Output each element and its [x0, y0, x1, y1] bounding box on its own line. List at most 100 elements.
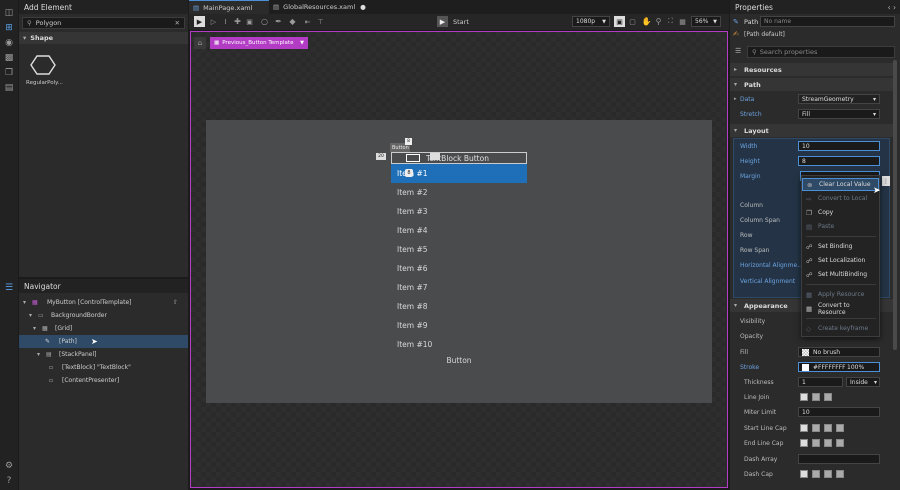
list-item[interactable]: Item #4 — [391, 221, 527, 240]
bevel-join-icon[interactable] — [812, 393, 820, 401]
tree-item-grid[interactable]: ▾ ▦ [Grid] — [19, 322, 188, 335]
layout-section[interactable]: ▾ Layout — [730, 124, 893, 137]
tree-item-backgroundborder[interactable]: ▾ ▭ BackgroundBorder — [19, 309, 188, 322]
template-breadcrumb[interactable]: ▦ Previous_Button Template ▼ — [210, 37, 308, 49]
layers-icon[interactable]: ◫ — [2, 6, 16, 20]
menu-apply-resource[interactable]: ▦ Apply Resource — [802, 288, 879, 301]
square-cap-icon[interactable] — [812, 470, 820, 478]
menu-create-keyframe[interactable]: ◇ Create keyframe — [802, 322, 879, 335]
align-top-icon[interactable]: ⊤ — [315, 16, 326, 27]
round-join-icon[interactable] — [824, 393, 832, 401]
path-section[interactable]: ▾ Path — [730, 78, 893, 91]
properties-scrollbar[interactable] — [893, 60, 897, 350]
zoom-actual-icon[interactable]: ▦ — [677, 16, 688, 27]
button-header[interactable]: TextBlock Button — [391, 152, 527, 164]
home-icon[interactable]: ⌂ — [194, 37, 206, 49]
move-tool-icon[interactable]: ✚ — [232, 16, 243, 27]
flat-cap-icon[interactable] — [800, 424, 808, 432]
list-item[interactable]: Item #5 — [391, 240, 527, 259]
shape-section[interactable]: ▾ Shape — [19, 32, 188, 44]
ellipse-tool-icon[interactable]: ○ — [259, 16, 270, 27]
list-item[interactable]: Item #7 — [391, 278, 527, 297]
dash-array-input[interactable] — [798, 454, 880, 464]
tree-item-textblock[interactable]: ▫ [TextBlock] "TextBlock" — [19, 361, 188, 374]
transform-tool-icon[interactable]: ▣ — [244, 16, 255, 27]
device-frame-icon[interactable]: ▣ — [614, 16, 625, 27]
menu-set-multibinding[interactable]: ☍ Set MultiBinding — [802, 268, 879, 281]
text-tool-icon[interactable]: I — [220, 16, 231, 27]
documents-icon[interactable]: ❐ — [2, 66, 16, 80]
list-item[interactable]: Item #9 — [391, 316, 527, 335]
list-item[interactable]: Item #10 — [391, 335, 527, 354]
tree-item-path[interactable]: ✎ [Path] ➤ — [19, 335, 188, 348]
menu-copy[interactable]: ❐ Copy — [802, 206, 879, 219]
database-icon[interactable]: ▤ — [2, 81, 16, 95]
triangle-cap-icon[interactable] — [836, 470, 844, 478]
start-play-icon[interactable]: ▶ — [437, 16, 448, 27]
thickness-input[interactable]: 1 — [798, 377, 843, 387]
export-icon[interactable]: ⇧ — [173, 299, 178, 306]
navigator-icon[interactable]: ☰ — [2, 281, 16, 295]
nav-arrows-icon[interactable]: ‹ › — [888, 3, 896, 12]
flat-cap-icon[interactable] — [800, 470, 808, 478]
palette-icon[interactable]: ◉ — [2, 36, 16, 50]
fill-tool-icon[interactable]: ◆ — [287, 16, 298, 27]
list-item[interactable]: Item #8 — [391, 297, 527, 316]
resolution-dropdown[interactable]: 1080p ▼ — [572, 16, 610, 27]
triangle-cap-icon[interactable] — [836, 424, 844, 432]
tree-item-stackpanel[interactable]: ▾ ▤ [StackPanel] — [19, 348, 188, 361]
properties-search-input[interactable]: Search properties — [760, 48, 818, 56]
round-cap-icon[interactable] — [824, 439, 832, 447]
element-search[interactable]: ⚲ Polygon ✕ — [22, 17, 185, 29]
tree-item-mybutton[interactable]: ▾ ▦ MyButton [ControlTemplate] ⇧ — [19, 296, 188, 309]
list-item[interactable]: Item #3 — [391, 202, 527, 221]
bottom-button[interactable]: Button — [391, 353, 527, 367]
properties-search[interactable]: ⚲ Search properties — [747, 46, 895, 58]
flat-cap-icon[interactable] — [800, 439, 808, 447]
fill-brush-button[interactable]: No brush — [798, 347, 880, 357]
resources-section[interactable]: ▸ Resources — [730, 63, 893, 76]
stretch-dropdown[interactable]: Fill ▾ — [798, 109, 880, 119]
tab-globalresources[interactable]: ▤ GlobalResources.xaml ● — [269, 0, 369, 14]
menu-set-localization[interactable]: ☍ Set Localization — [802, 254, 879, 267]
round-cap-icon[interactable] — [824, 424, 832, 432]
add-element-icon[interactable]: ⊞ — [2, 21, 16, 35]
path-selection-box[interactable] — [406, 154, 420, 162]
element-search-input[interactable]: Polygon — [36, 19, 62, 27]
start-label[interactable]: Start — [453, 18, 469, 26]
element-name-input[interactable]: No name — [760, 16, 895, 27]
zoom-fit-icon[interactable]: ⛶ — [665, 16, 676, 27]
thickness-mode-dropdown[interactable]: Inside ▾ — [846, 377, 880, 387]
select-tool-icon[interactable]: ▶ — [194, 16, 205, 27]
fit-screen-icon[interactable]: ▢ — [627, 16, 638, 27]
filter-icon[interactable]: ☰ — [735, 47, 741, 55]
menu-set-binding[interactable]: ☍ Set Binding — [802, 240, 879, 253]
menu-clear-local-value[interactable]: ⊗ Clear Local Value — [802, 178, 879, 191]
miter-limit-input[interactable]: 10 — [798, 407, 880, 417]
align-left-icon[interactable]: ⇤ — [302, 16, 313, 27]
zoom-icon[interactable]: ⚲ — [653, 16, 664, 27]
menu-convert-to-local[interactable]: ⇨ Convert to Local — [802, 192, 879, 205]
list-item[interactable]: Item #2 — [391, 183, 527, 202]
list-item[interactable]: Item #6 — [391, 259, 527, 278]
square-cap-icon[interactable] — [812, 424, 820, 432]
selection-handle[interactable] — [430, 153, 440, 160]
more-options-icon[interactable]: ⋮ — [882, 176, 890, 186]
regular-polygon-item[interactable]: RegularPoly... — [23, 50, 63, 90]
stroke-brush-button[interactable]: #FFFFFFFF 100% — [798, 362, 880, 372]
tree-item-contentpresenter[interactable]: ▫ [ContentPresenter] — [19, 374, 188, 387]
pan-hand-icon[interactable]: ✋ — [641, 16, 652, 27]
tab-mainpage[interactable]: ▤ MainPage.xaml — [189, 0, 269, 14]
square-cap-icon[interactable] — [812, 439, 820, 447]
miter-join-icon[interactable] — [800, 393, 808, 401]
help-icon[interactable]: ? — [2, 474, 16, 488]
assets-icon[interactable]: ▩ — [2, 51, 16, 65]
zoom-dropdown[interactable]: 56% ▼ — [691, 16, 721, 27]
menu-paste[interactable]: ▤ Paste — [802, 220, 879, 233]
pen-tool-icon[interactable]: ✒ — [273, 16, 284, 27]
menu-convert-to-resource[interactable]: ▦ Convert to Resource — [802, 302, 879, 316]
data-dropdown[interactable]: StreamGeometry ▾ — [798, 94, 880, 104]
direct-select-icon[interactable]: ▷ — [208, 16, 219, 27]
triangle-cap-icon[interactable] — [836, 439, 844, 447]
clear-icon[interactable]: ✕ — [175, 19, 180, 27]
